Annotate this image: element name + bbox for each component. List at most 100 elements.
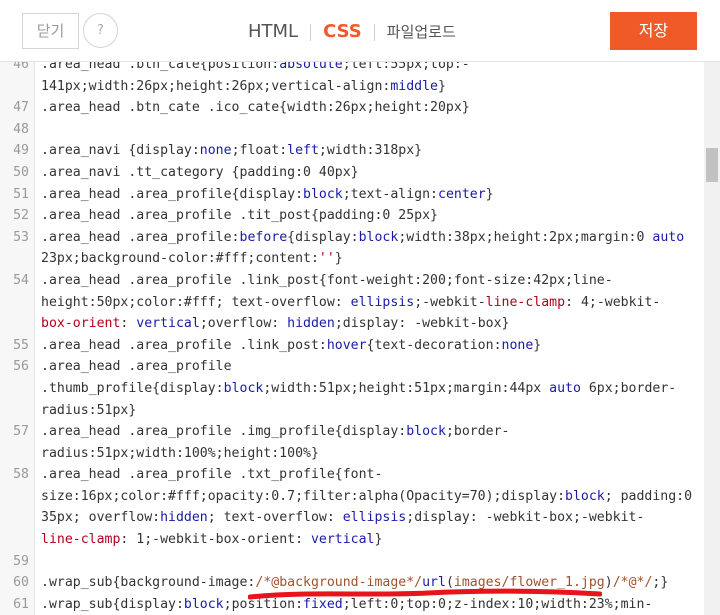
- code-token: .area_head .area_profile .link_post{font…: [41, 272, 613, 288]
- code-text: .area_head .btn_cate .ico_cate{width:26p…: [41, 97, 470, 119]
- code-text: .thumb_profile{display:block;width:51px;…: [41, 378, 676, 400]
- code-line[interactable]: height:50px;color:#fff; text-overflow: e…: [0, 292, 700, 314]
- code-line[interactable]: 50 .area_navi .tt_category {padding:0 40p…: [0, 162, 700, 184]
- code-line[interactable]: size:16px;color:#fff;opacity:0.7;filter:…: [0, 486, 700, 508]
- code-token: .area_navi {display:: [41, 143, 200, 159]
- code-text: size:16px;color:#fff;opacity:0.7;filter:…: [41, 486, 692, 508]
- code-line[interactable]: radius:51px;width:100%;height:100%}: [0, 443, 700, 465]
- code-line[interactable]: 54 .area_head .area_profile .link_post{fo…: [0, 270, 700, 292]
- code-token: ;-webkit-: [414, 294, 486, 310]
- code-text: radius:51px;width:100%;height:100%}: [41, 443, 319, 465]
- line-number: 48: [13, 121, 29, 137]
- code-token: ;}: [652, 575, 669, 591]
- code-text: .area_head .area_profile{display:block;t…: [41, 184, 494, 206]
- line-number: 51: [13, 186, 29, 202]
- code-token: :: [120, 316, 137, 332]
- code-line[interactable]: box-orient: vertical;overflow: hidden;di…: [0, 313, 700, 335]
- code-token: hidden: [287, 316, 335, 332]
- code-token: 141px;width:26px;height:26px;vertical-al…: [41, 78, 391, 94]
- editor-toolbar: 닫기 ? HTML CSS 파일업로드 저장: [0, 0, 720, 62]
- code-line[interactable]: 55 .area_head .area_profile .link_post:ho…: [0, 335, 700, 357]
- tab-css[interactable]: CSS: [311, 19, 374, 45]
- code-token: .wrap_sub{display:: [41, 596, 184, 612]
- code-token: none: [199, 143, 232, 159]
- line-number: 58: [13, 467, 29, 483]
- code-token: line-clamp: [41, 532, 121, 548]
- code-token: }: [374, 532, 383, 548]
- code-token: }: [533, 337, 542, 353]
- code-line[interactable]: 56 .area_head .area_profile: [0, 356, 700, 378]
- code-line[interactable]: 46 .area_head .btn_cate{position:absolute…: [0, 62, 700, 76]
- code-line[interactable]: line-clamp: 1;-webkit-box-orient: vertic…: [0, 529, 700, 551]
- code-lines: 46 .area_head .btn_cate{position:absolute…: [0, 62, 700, 615]
- tab-html[interactable]: HTML: [236, 19, 310, 45]
- line-number: 57: [13, 424, 29, 440]
- code-token: .area_navi .tt_category {padding:0 40px}: [41, 164, 359, 180]
- code-token: 23px;background-color:#fff;content:: [41, 251, 319, 267]
- help-button[interactable]: ?: [83, 13, 118, 48]
- code-line[interactable]: 53 .area_head .area_profile:before{displa…: [0, 227, 700, 249]
- code-line[interactable]: 59: [0, 551, 700, 573]
- css-code-editor[interactable]: 46 .area_head .btn_cate{position:absolute…: [0, 62, 720, 615]
- code-line[interactable]: 51 .area_head .area_profile{display:block…: [0, 184, 700, 206]
- code-token: left: [287, 143, 319, 159]
- line-number: 47: [13, 100, 29, 116]
- code-token: 35px; overflow:: [41, 510, 161, 526]
- code-line[interactable]: radius:51px}: [0, 400, 700, 422]
- code-token: size:16px;color:#fff;opacity:0.7;filter:…: [41, 488, 566, 504]
- code-token: ;display: -webkit-box}: [334, 316, 510, 332]
- line-number: 55: [13, 337, 29, 353]
- code-token: .area_head .btn_cate{position:: [41, 62, 280, 72]
- code-line[interactable]: 35px; overflow:hidden; text-overflow: el…: [0, 507, 700, 529]
- code-token: radius:51px;width:100%;height:100%}: [41, 445, 319, 461]
- code-token: none: [501, 337, 534, 353]
- code-token: {text-decoration:: [366, 337, 502, 353]
- tab-file-upload[interactable]: 파일업로드: [375, 19, 468, 45]
- code-line[interactable]: 58 .area_head .area_profile .txt_profile{…: [0, 464, 700, 486]
- code-token: block: [303, 186, 343, 202]
- code-token: absolute: [279, 62, 343, 72]
- line-number: 50: [13, 164, 29, 180]
- code-line[interactable]: 23px;background-color:#fff;content:''}: [0, 248, 700, 270]
- code-token: ;width:318px}: [318, 143, 423, 159]
- code-line[interactable]: 49 .area_navi {display:none;float:left;wi…: [0, 140, 700, 162]
- code-line[interactable]: 47 .area_head .btn_cate .ico_cate{width:2…: [0, 97, 700, 119]
- code-text: .area_navi .tt_category {padding:0 40px}: [41, 162, 359, 184]
- code-text: .area_head .area_profile .link_post:hove…: [41, 335, 541, 357]
- code-line[interactable]: 48: [0, 119, 700, 141]
- code-token: }: [437, 78, 446, 94]
- code-token: box-orient: [41, 316, 121, 332]
- code-token: middle: [390, 78, 438, 94]
- code-text: 141px;width:26px;height:26px;vertical-al…: [41, 76, 446, 98]
- code-line[interactable]: 57 .area_head .area_profile .img_profile{…: [0, 421, 700, 443]
- code-token: : 1;-webkit-box-orient:: [120, 532, 311, 548]
- code-token: line-clamp: [485, 294, 566, 310]
- line-number: 54: [13, 272, 29, 288]
- scrollbar-thumb[interactable]: [706, 148, 718, 182]
- code-text: line-clamp: 1;-webkit-box-orient: vertic…: [41, 529, 382, 551]
- code-line[interactable]: .thumb_profile{display:block;width:51px;…: [0, 378, 700, 400]
- code-token: ;left:55px;top:-: [342, 62, 470, 72]
- save-button[interactable]: 저장: [610, 12, 697, 50]
- code-text: 35px; overflow:hidden; text-overflow: el…: [41, 507, 644, 529]
- code-token: .area_head .btn_cate .ico_cate{width:26p…: [41, 100, 470, 116]
- line-number: 59: [13, 553, 29, 569]
- code-token: }: [334, 251, 343, 267]
- code-line[interactable]: 141px;width:26px;height:26px;vertical-al…: [0, 76, 700, 98]
- line-number: 61: [13, 596, 29, 612]
- code-token: auto: [652, 229, 685, 245]
- code-token: block: [183, 596, 224, 612]
- close-button[interactable]: 닫기: [22, 13, 79, 49]
- code-token: ellipsis: [350, 294, 415, 310]
- code-token: .area_head .area_profile .link_post:: [41, 337, 327, 353]
- code-token: .area_head .area_profile .txt_profile{fo…: [41, 467, 383, 483]
- code-token: hover: [326, 337, 367, 353]
- code-line[interactable]: 52 .area_head .area_profile .tit_post{pad…: [0, 205, 700, 227]
- code-token: .area_head .area_profile .tit_post{paddi…: [41, 208, 438, 224]
- code-token: center: [438, 186, 486, 202]
- vertical-scrollbar[interactable]: [704, 62, 720, 615]
- code-token: .thumb_profile{display:: [41, 380, 224, 396]
- code-token: vertical: [310, 532, 375, 548]
- code-text: .area_head .area_profile .tit_post{paddi…: [41, 205, 438, 227]
- code-token: ;overflow:: [199, 316, 288, 332]
